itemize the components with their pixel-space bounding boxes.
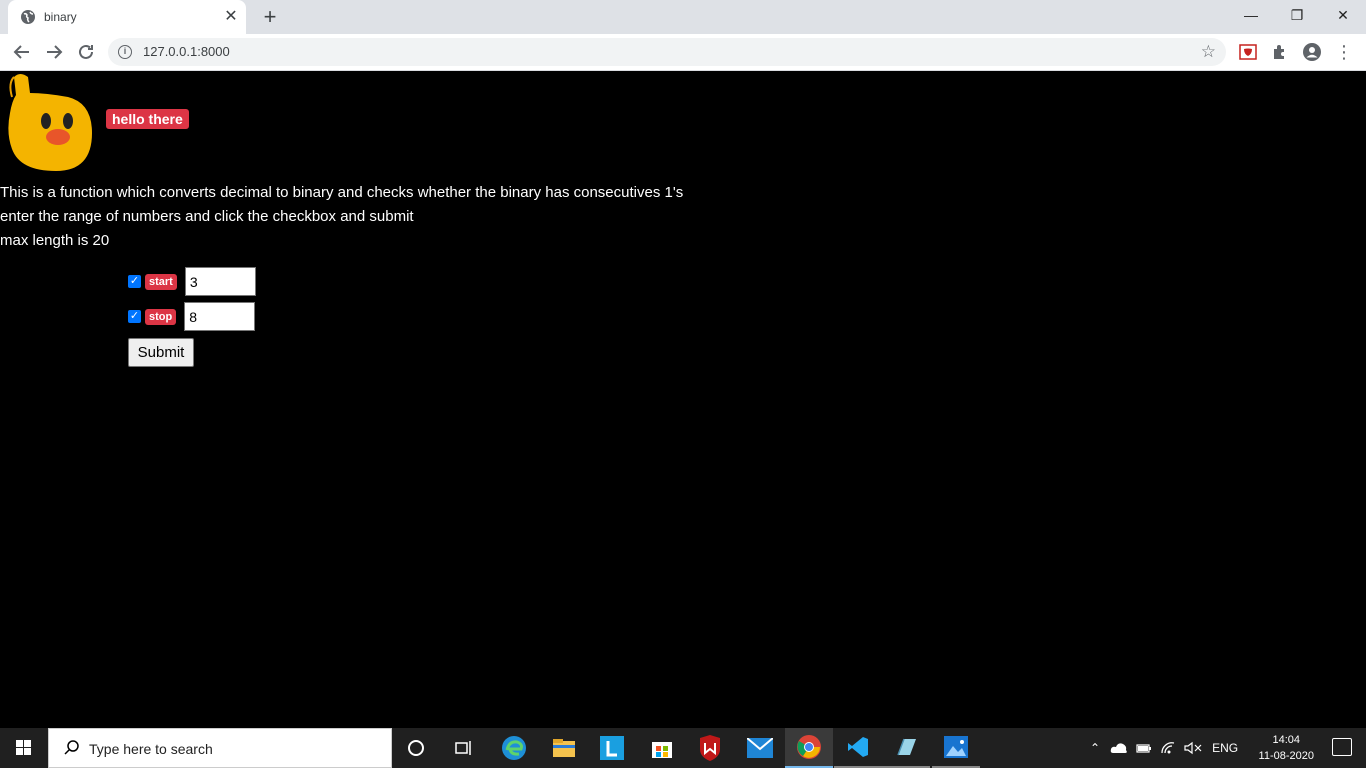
waving-emoji-icon xyxy=(8,74,92,171)
battery-icon[interactable] xyxy=(1136,742,1152,754)
address-bar[interactable]: i 127.0.0.1:8000 ☆ xyxy=(108,38,1226,66)
start-label: start xyxy=(145,273,177,290)
system-tray: ⌃ ENG xyxy=(1090,728,1238,768)
notepad-icon[interactable] xyxy=(882,728,930,768)
clock-date: 11-08-2020 xyxy=(1258,750,1314,762)
stop-label: stop xyxy=(145,308,177,325)
cortana-icon[interactable] xyxy=(392,728,440,768)
tab-close-icon[interactable]: ✕ xyxy=(222,8,240,26)
microsoft-store-icon[interactable] xyxy=(638,728,686,768)
task-view-icon[interactable] xyxy=(440,728,488,768)
windows-logo-icon xyxy=(16,740,31,755)
restore-button[interactable]: ❐ xyxy=(1274,0,1320,30)
minimize-button[interactable]: — xyxy=(1228,0,1274,30)
taskbar-search[interactable]: Type here to search xyxy=(48,728,392,768)
onedrive-icon[interactable] xyxy=(1110,742,1128,754)
clock[interactable]: 14:04 11-08-2020 xyxy=(1259,732,1314,764)
back-arrow-icon xyxy=(13,45,29,59)
url-text: 127.0.0.1:8000 xyxy=(143,44,230,59)
hello-badge: hello there xyxy=(106,109,189,129)
wifi-icon[interactable] xyxy=(1160,741,1176,755)
chrome-icon[interactable] xyxy=(785,728,833,768)
tab-title: binary xyxy=(44,10,77,24)
stop-checkbox[interactable]: ✓ xyxy=(128,310,141,323)
stop-input[interactable] xyxy=(184,302,256,331)
search-icon xyxy=(64,740,79,755)
profile-avatar-icon[interactable] xyxy=(1302,42,1322,62)
volume-muted-icon[interactable] xyxy=(1184,741,1202,755)
photos-icon[interactable] xyxy=(932,728,980,768)
forward-button[interactable] xyxy=(42,40,66,64)
language-indicator[interactable]: ENG xyxy=(1212,741,1238,755)
browser-toolbar: i 127.0.0.1:8000 ☆ ⋮ xyxy=(0,34,1366,71)
start-checkbox[interactable]: ✓ xyxy=(128,275,141,288)
forward-arrow-icon xyxy=(47,45,63,59)
start-row: ✓ start xyxy=(128,267,256,296)
l-app-icon[interactable] xyxy=(588,728,636,768)
page-content: hello there This is a function which con… xyxy=(0,71,1366,728)
description-line-2: enter the range of numbers and click the… xyxy=(0,208,414,225)
start-button[interactable] xyxy=(0,728,48,768)
new-tab-button[interactable]: + xyxy=(258,5,282,29)
mcafee-icon[interactable] xyxy=(686,728,734,768)
description-line-3: max length is 20 xyxy=(0,232,110,249)
description: This is a function which converts decima… xyxy=(0,181,683,253)
mail-icon[interactable] xyxy=(736,728,784,768)
notification-center-icon[interactable] xyxy=(1332,738,1352,756)
start-input[interactable] xyxy=(184,267,256,296)
stop-row: ✓ stop xyxy=(128,302,256,331)
file-explorer-icon[interactable] xyxy=(540,728,588,768)
description-line-1: This is a function which converts decima… xyxy=(0,184,684,201)
tab-binary[interactable]: binary ✕ xyxy=(8,0,246,34)
chevron-up-icon[interactable]: ⌃ xyxy=(1090,741,1100,755)
bookmark-star-icon[interactable]: ☆ xyxy=(1201,42,1216,62)
clock-time: 14:04 xyxy=(1272,734,1301,746)
close-window-button[interactable]: ✕ xyxy=(1320,0,1366,30)
search-placeholder: Type here to search xyxy=(89,741,213,757)
reload-icon xyxy=(79,44,93,59)
globe-icon xyxy=(21,10,35,24)
vscode-icon[interactable] xyxy=(834,728,882,768)
extensions-puzzle-icon[interactable] xyxy=(1270,42,1290,62)
extension-shield-icon[interactable] xyxy=(1238,42,1258,62)
submit-button[interactable]: Submit xyxy=(128,338,194,367)
info-icon[interactable]: i xyxy=(118,45,132,59)
taskbar: Type here to search ⌃ ENG 14:04 11-08-20… xyxy=(0,728,1366,768)
edge-icon[interactable] xyxy=(490,728,538,768)
reload-button[interactable] xyxy=(74,40,98,64)
more-menu-icon[interactable]: ⋮ xyxy=(1332,40,1356,64)
back-button[interactable] xyxy=(10,40,34,64)
tab-strip: binary ✕ + — ❐ ✕ xyxy=(0,0,1366,34)
